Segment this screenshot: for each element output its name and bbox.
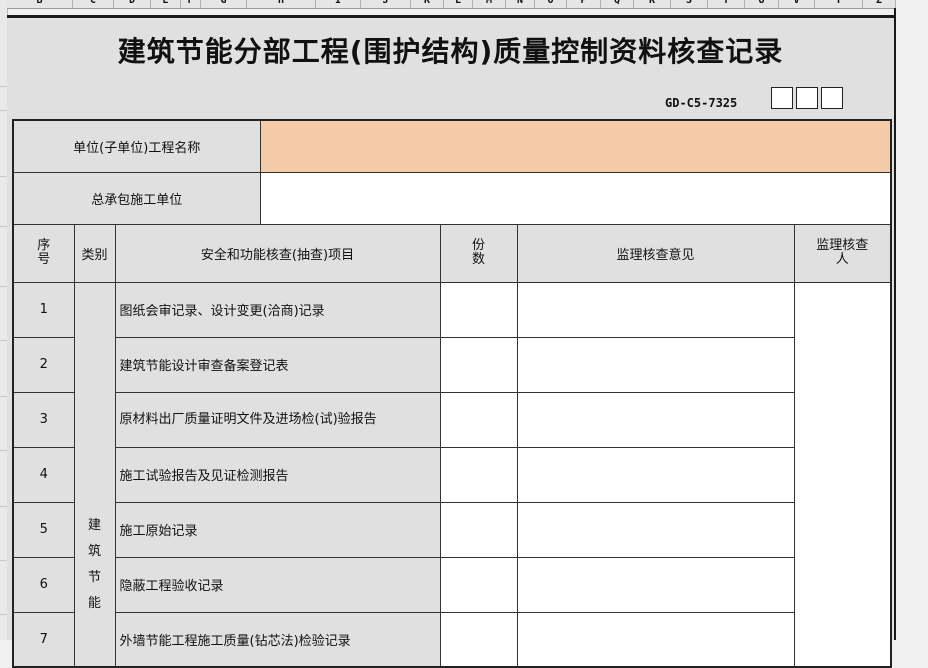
row-6-opinion[interactable] — [516, 556, 795, 613]
contractor-input[interactable] — [259, 171, 892, 225]
row-6-no: 6 — [12, 556, 75, 613]
code-box-3[interactable] — [821, 87, 843, 109]
header-seq-text: 序号 — [37, 238, 51, 267]
header-copies: 份数 — [439, 223, 518, 283]
column-header-o[interactable]: O — [535, 0, 567, 8]
row-3-copies[interactable] — [439, 391, 518, 448]
row-5-no: 5 — [12, 501, 75, 558]
unit-name-label: 单位(子单位)工程名称 — [12, 119, 261, 173]
row-3-item: 原材料出厂质量证明文件及进场检(试)验报告 — [114, 391, 441, 448]
header-item: 安全和功能核查(抽查)项目 — [114, 223, 441, 283]
column-header-v[interactable]: V — [779, 0, 815, 8]
window-gutter — [896, 0, 928, 640]
header-copies-text: 份数 — [472, 238, 486, 267]
column-header-u[interactable]: U — [745, 0, 779, 8]
row-2-opinion[interactable] — [516, 336, 795, 393]
column-header-i[interactable]: I — [316, 0, 361, 8]
checker-cell[interactable] — [793, 281, 892, 668]
column-header-d[interactable]: D — [114, 0, 151, 8]
row-4-copies[interactable] — [439, 446, 518, 503]
form-title: 建筑节能分部工程(围护结构)质量控制资料核查记录 — [117, 35, 784, 68]
category-text: 建筑节能 — [87, 517, 101, 611]
row-4-item: 施工试验报告及见证检测报告 — [114, 446, 441, 503]
column-header-q[interactable]: Q — [601, 0, 634, 8]
column-header-j[interactable]: J — [361, 0, 411, 8]
quality-check-table: 单位(子单位)工程名称 总承包施工单位 序号 类别 安全和功能核查(抽查)项目 … — [12, 119, 893, 668]
row-1-item: 图纸会审记录、设计变更(洽商)记录 — [114, 281, 441, 338]
code-box-2[interactable] — [796, 87, 818, 109]
header-checker-text: 监理核查人 — [816, 238, 869, 267]
column-header-z[interactable]: Z — [863, 0, 896, 8]
row-6-copies[interactable] — [439, 556, 518, 613]
column-header-y[interactable]: Y — [815, 0, 863, 8]
contractor-label: 总承包施工单位 — [12, 171, 261, 225]
row-6-item: 隐蔽工程验收记录 — [114, 556, 441, 613]
row-2-no: 2 — [12, 336, 75, 393]
header-opinion: 监理核查意见 — [516, 223, 795, 283]
column-header-g[interactable]: G — [201, 0, 247, 8]
row-2-copies[interactable] — [439, 336, 518, 393]
header-category: 类别 — [73, 223, 116, 283]
row-2-item: 建筑节能设计审查备案登记表 — [114, 336, 441, 393]
form-code: GD-C5-7325 — [665, 96, 738, 110]
column-header-k[interactable]: K — [411, 0, 444, 8]
sheet-right-border — [894, 8, 896, 640]
header-seq: 序号 — [12, 223, 75, 283]
column-header-t[interactable]: T — [708, 0, 745, 8]
column-header-e[interactable]: E — [151, 0, 181, 8]
code-box-1[interactable] — [771, 87, 793, 109]
row-3-no: 3 — [12, 391, 75, 448]
row-3-opinion[interactable] — [516, 391, 795, 448]
column-header-l[interactable]: L — [444, 0, 473, 8]
row-5-opinion[interactable] — [516, 501, 795, 558]
row-1-no: 1 — [12, 281, 75, 338]
row-5-copies[interactable] — [439, 501, 518, 558]
column-header-m[interactable]: M — [473, 0, 506, 8]
header-checker: 监理核查人 — [793, 223, 892, 283]
row-4-opinion[interactable] — [516, 446, 795, 503]
column-header-s[interactable]: S — [671, 0, 708, 8]
form-sheet: 建筑节能分部工程(围护结构)质量控制资料核查记录 GD-C5-7325 单位(子… — [7, 18, 894, 668]
column-header-n[interactable]: N — [506, 0, 535, 8]
row-1-copies[interactable] — [439, 281, 518, 338]
column-header-c[interactable]: C — [73, 0, 114, 8]
column-header-r[interactable]: R — [634, 0, 671, 8]
row-4-no: 4 — [12, 446, 75, 503]
category-cell: 建筑节能 — [73, 281, 116, 668]
column-header-h[interactable]: H — [247, 0, 316, 8]
column-header-p[interactable]: P — [567, 0, 601, 8]
column-header-b[interactable]: B — [7, 0, 73, 8]
row-1-opinion[interactable] — [516, 281, 795, 338]
column-header-f[interactable]: F — [181, 0, 201, 8]
row-5-item: 施工原始记录 — [114, 501, 441, 558]
unit-name-input[interactable] — [259, 119, 892, 173]
column-header-bar: B C D E F G H I J K L M N O P Q R S T U … — [7, 0, 896, 9]
